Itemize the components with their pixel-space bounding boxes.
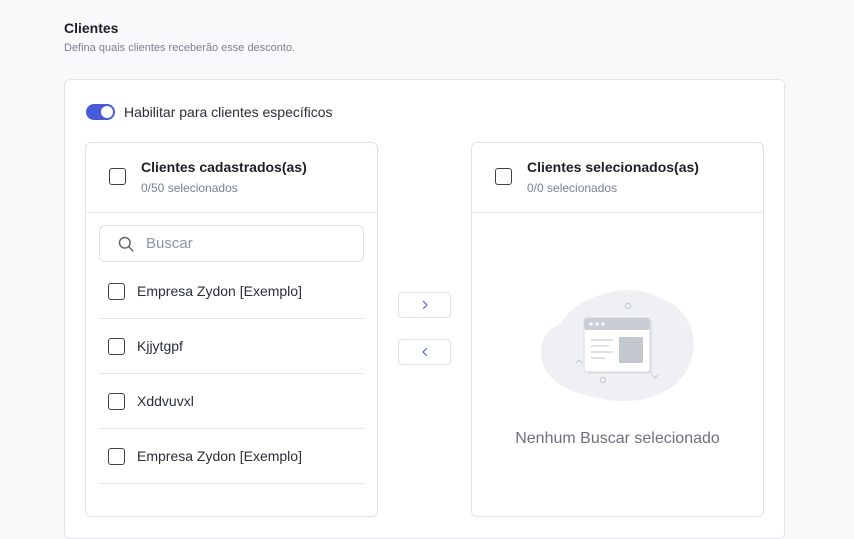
specific-clients-toggle[interactable] bbox=[86, 104, 115, 120]
list-item[interactable]: Empresa Zydon [Exemplo] bbox=[99, 429, 364, 484]
source-select-all-checkbox[interactable] bbox=[109, 168, 126, 185]
move-left-button[interactable] bbox=[398, 339, 451, 365]
target-panel-title: Clientes selecionados(as) bbox=[527, 159, 699, 175]
chevron-right-icon bbox=[422, 300, 428, 310]
specific-clients-toggle-row: Habilitar para clientes específicos bbox=[86, 104, 333, 120]
toggle-knob bbox=[101, 106, 113, 118]
move-right-button[interactable] bbox=[398, 292, 451, 318]
section-title: Clientes bbox=[64, 20, 119, 36]
list-item-checkbox[interactable] bbox=[108, 392, 125, 410]
list-item[interactable]: Empresa Zydon [Exemplo] bbox=[99, 264, 364, 319]
toggle-label: Habilitar para clientes específicos bbox=[124, 104, 333, 120]
list-item[interactable]: Kjjytgpf bbox=[99, 319, 364, 374]
source-panel-count: 0/50 selecionados bbox=[141, 181, 238, 195]
list-item-label: Kjjytgpf bbox=[137, 338, 183, 354]
search-input[interactable] bbox=[146, 235, 346, 252]
target-panel-header: Clientes selecionados(as) 0/0 selecionad… bbox=[472, 143, 763, 213]
source-list: Empresa Zydon [Exemplo] Kjjytgpf Xddvuvx… bbox=[99, 264, 364, 484]
search-box bbox=[99, 225, 364, 262]
source-panel: Clientes cadastrados(as) 0/50 selecionad… bbox=[85, 142, 378, 517]
list-item-label: Empresa Zydon [Exemplo] bbox=[137, 448, 302, 464]
search-icon bbox=[118, 236, 134, 252]
section-subtitle: Defina quais clientes receberão esse des… bbox=[64, 42, 296, 54]
source-panel-header: Clientes cadastrados(as) 0/50 selecionad… bbox=[86, 143, 377, 213]
list-item-checkbox[interactable] bbox=[108, 282, 125, 300]
list-item-label: Xddvuvxl bbox=[137, 393, 194, 409]
list-item-checkbox[interactable] bbox=[108, 337, 125, 355]
target-panel-count: 0/0 selecionados bbox=[527, 181, 618, 195]
chevron-left-icon bbox=[421, 347, 427, 357]
list-item-label: Empresa Zydon [Exemplo] bbox=[137, 283, 302, 299]
list-item-checkbox[interactable] bbox=[108, 447, 125, 465]
source-panel-title: Clientes cadastrados(as) bbox=[141, 159, 307, 175]
target-select-all-checkbox[interactable] bbox=[495, 168, 512, 185]
empty-window-illustration bbox=[540, 290, 694, 402]
list-item[interactable]: Xddvuvxl bbox=[99, 374, 364, 429]
empty-state-text: Nenhum Buscar selecionado bbox=[515, 430, 720, 447]
